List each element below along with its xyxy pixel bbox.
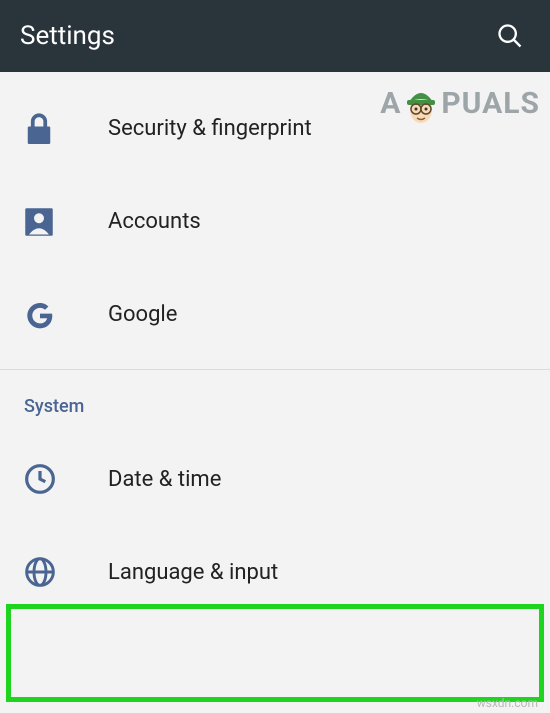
search-button[interactable] bbox=[490, 16, 530, 56]
settings-item-label: Google bbox=[108, 302, 177, 327]
page-title: Settings bbox=[20, 21, 115, 51]
settings-list: Security & fingerprint Accounts Google S… bbox=[0, 72, 550, 621]
settings-item-google[interactable]: Google bbox=[0, 268, 550, 361]
clock-icon bbox=[24, 463, 108, 495]
person-square-icon bbox=[24, 207, 108, 237]
google-icon bbox=[24, 299, 108, 331]
watermark-text-left: A bbox=[380, 86, 401, 121]
settings-item-label: Date & time bbox=[108, 467, 221, 492]
globe-icon bbox=[24, 556, 108, 588]
lock-icon bbox=[24, 112, 108, 146]
settings-item-accounts[interactable]: Accounts bbox=[0, 175, 550, 268]
watermark-text-right: PUALS bbox=[441, 86, 540, 121]
settings-item-label: Accounts bbox=[108, 209, 201, 234]
settings-item-label: Language & input bbox=[108, 560, 278, 585]
section-header-system: System bbox=[0, 370, 550, 435]
settings-item-datetime[interactable]: Date & time bbox=[0, 435, 550, 523]
settings-item-language[interactable]: Language & input bbox=[0, 523, 550, 621]
watermark-mascot-icon bbox=[403, 80, 439, 126]
app-header: Settings bbox=[0, 0, 550, 72]
settings-item-label: Security & fingerprint bbox=[108, 116, 312, 141]
search-icon bbox=[496, 22, 524, 50]
watermark: A PUALS bbox=[380, 80, 540, 126]
source-caption: wsxdn.com bbox=[477, 696, 538, 710]
